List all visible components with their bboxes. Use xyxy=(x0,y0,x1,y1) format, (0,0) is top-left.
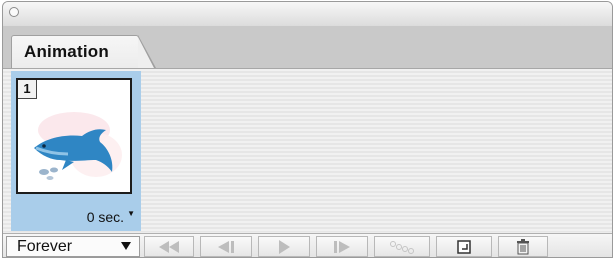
frames-area: 1 0 sec. ▼ xyxy=(3,69,612,232)
panel-titlebar xyxy=(3,2,612,27)
tab-strip: Animation xyxy=(3,26,612,69)
tab-label: Animation xyxy=(24,42,109,61)
next-frame-icon xyxy=(334,240,350,253)
trash-icon xyxy=(517,238,529,254)
close-button[interactable] xyxy=(9,7,19,17)
play-icon xyxy=(279,239,290,254)
next-frame-button[interactable] xyxy=(316,236,368,257)
delete-frame-button[interactable] xyxy=(498,236,548,257)
frame-number: 1 xyxy=(18,80,37,99)
frame-thumbnail[interactable]: 1 xyxy=(16,78,132,194)
bottom-toolbar: Forever xyxy=(3,233,612,257)
dolphin-image xyxy=(34,112,122,180)
frame-item[interactable]: 1 0 sec. ▼ xyxy=(11,71,141,231)
duplicate-frame-button[interactable] xyxy=(436,236,492,257)
loop-options-value: Forever xyxy=(17,238,73,255)
tween-icon xyxy=(390,240,414,254)
frame-delay-value: 0 sec. xyxy=(86,209,125,225)
previous-frame-icon xyxy=(218,240,234,253)
first-frame-button[interactable] xyxy=(144,236,194,257)
previous-frame-button[interactable] xyxy=(200,236,252,257)
duplicate-frame-icon xyxy=(457,239,471,254)
animation-panel: Animation 1 0 sec. ▼ Forever xyxy=(2,1,613,258)
tab-animation[interactable]: Animation xyxy=(11,35,156,68)
frame-delay-menu[interactable]: 0 sec. ▼ xyxy=(87,209,135,225)
delay-dropdown-icon: ▼ xyxy=(127,209,135,218)
first-frame-icon xyxy=(159,240,179,253)
play-button[interactable] xyxy=(258,236,310,257)
tween-button[interactable] xyxy=(374,236,430,257)
loop-options-select[interactable]: Forever xyxy=(6,236,140,257)
dropdown-arrow-icon xyxy=(121,242,131,250)
